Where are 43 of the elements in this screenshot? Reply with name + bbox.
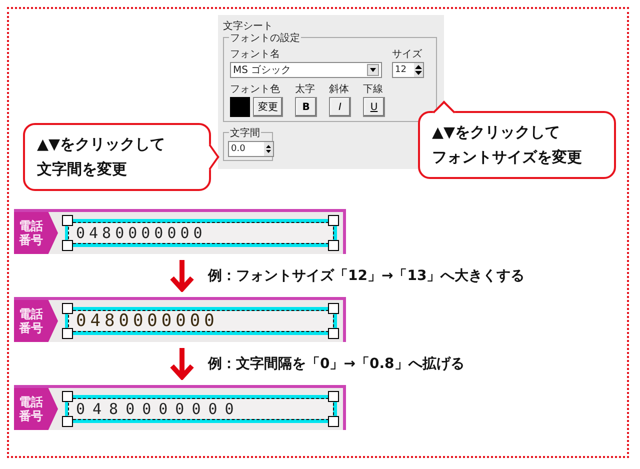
resize-handle[interactable] — [62, 416, 73, 427]
resize-handle[interactable] — [328, 328, 339, 339]
font-name-dropdown[interactable]: MS ゴシック — [230, 62, 382, 78]
field-label: フォント色 — [230, 83, 280, 96]
down-arrow-icon — [170, 348, 194, 380]
caption: 例：文字間隔を「0」→「0.8」へ拡げる — [208, 354, 464, 372]
resize-handle[interactable] — [328, 215, 339, 226]
phone-number: 0480000000 — [75, 224, 206, 242]
resize-handle[interactable] — [328, 416, 339, 427]
callout-text: ▲▼をクリックして フォントサイズを変更 — [432, 122, 582, 168]
field-tag: 電話 番号 — [14, 300, 58, 342]
down-arrow-icon — [170, 260, 194, 292]
field-label: サイズ — [392, 48, 422, 61]
size-spinner[interactable]: 12 — [392, 62, 424, 78]
bold-button[interactable]: B — [295, 97, 317, 117]
callout-text: ▲▼をクリックして 文字間を変更 — [37, 134, 166, 180]
phone-number: 0480000000 — [75, 311, 218, 331]
spin-arrows-icon — [414, 63, 423, 77]
resize-handle[interactable] — [62, 240, 73, 251]
italic-button[interactable]: I — [329, 97, 351, 117]
field-tag: 電話 番号 — [14, 212, 58, 254]
field-label: 太字 — [295, 82, 315, 96]
underline-button[interactable]: U — [363, 97, 385, 117]
field-tag: 電話 番号 — [14, 388, 58, 430]
group-legend: 文字間 — [229, 126, 261, 140]
resize-handle[interactable] — [328, 391, 339, 402]
spin-arrows-icon — [264, 142, 273, 156]
resize-handle[interactable] — [328, 240, 339, 251]
field-label: 斜体 — [329, 82, 349, 96]
panel-title: 文字シート — [223, 20, 273, 33]
resize-handle[interactable] — [62, 391, 73, 402]
resize-handle[interactable] — [62, 303, 73, 314]
change-color-button[interactable]: 変更 — [253, 97, 283, 117]
field-label: フォント名 — [230, 48, 280, 61]
group-legend: フォントの設定 — [229, 31, 301, 45]
caption: 例：フォントサイズ「12」→「13」へ大きくする — [208, 266, 525, 284]
resize-handle[interactable] — [62, 328, 73, 339]
phone-number: 0480000000 — [75, 400, 242, 418]
field-label: 下線 — [363, 83, 383, 96]
resize-handle[interactable] — [328, 303, 339, 314]
color-swatch — [230, 97, 250, 117]
resize-handle[interactable] — [62, 215, 73, 226]
spacing-spinner[interactable]: 0.0 — [228, 141, 274, 157]
